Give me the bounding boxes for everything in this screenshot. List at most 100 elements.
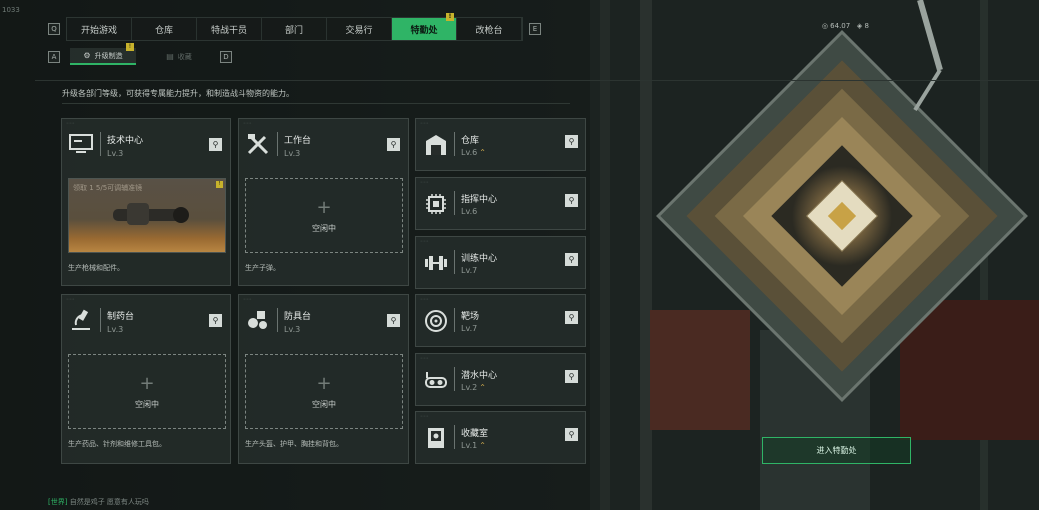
tab-label: 特勤处 <box>410 25 438 36</box>
facility-level: Lv.6 <box>461 207 478 216</box>
subtab-label: 收藏 <box>177 52 192 61</box>
armor-icon <box>248 311 267 329</box>
production-slot-empty[interactable]: + 空闲中 <box>245 354 403 429</box>
subtab-label: 升级制造 <box>94 51 123 60</box>
slot-status: 空闲中 <box>312 224 336 233</box>
plus-icon: + <box>316 197 332 218</box>
facility-name: 指挥中心 <box>461 195 498 205</box>
card-tag: ◦◦◦ <box>420 239 429 245</box>
chip-icon <box>426 194 446 214</box>
card-tag: ◦◦◦ <box>66 297 75 303</box>
facility-name: 制药台 <box>107 312 135 322</box>
prev-tab-key[interactable]: Q <box>48 23 60 35</box>
balance-value: 64.07 <box>830 22 851 30</box>
upgrade-arrow-icon: ⌃ <box>479 383 486 392</box>
tab-label: 仓库 <box>154 25 173 36</box>
top-navigation: Q 开始游戏 仓库 特战干员 部门 交易行 特勤处! 改枪台 E <box>48 13 541 41</box>
facility-name: 靶场 <box>461 312 480 322</box>
search-icon[interactable]: ⚲ <box>565 135 578 148</box>
tab-label: 部门 <box>284 25 303 36</box>
computer-icon <box>69 134 93 153</box>
facility-level: Lv.7 <box>461 324 478 333</box>
card-tag: ◦◦◦ <box>66 121 75 127</box>
upgrade-arrow-icon: ⌃ <box>479 148 486 157</box>
plus-icon: + <box>316 373 332 394</box>
facility-level: Lv.3 <box>107 325 124 334</box>
enter-special-ops-button[interactable]: 进入特勤处 <box>762 437 911 464</box>
facility-card-shooting-range[interactable]: ◦◦◦ 靶场 Lv.7 ⚲ <box>415 294 586 347</box>
tab-start-game[interactable]: 开始游戏 <box>67 18 132 40</box>
search-icon[interactable]: ⚲ <box>565 194 578 207</box>
facility-card-workbench[interactable]: ◦◦◦ 工作台 Lv.3 ⚲ + 空闲中 生产子弹。 <box>238 118 409 286</box>
facility-level: Lv.2 ⌃ <box>461 383 486 392</box>
card-tag: ◦◦◦ <box>420 356 429 362</box>
separator <box>454 250 455 274</box>
search-icon[interactable]: ⚲ <box>565 370 578 383</box>
subtab-upgrade-craft[interactable]: ⚙ 升级制造 ! <box>70 43 136 65</box>
token-icon: ◈ <box>856 22 863 30</box>
separator <box>454 308 455 332</box>
tab-trade[interactable]: 交易行 <box>327 18 392 40</box>
facility-card-collection-room[interactable]: ◦◦◦ 收藏室 Lv.1 ⌃ ⚲ <box>415 411 586 464</box>
facility-card-command-center[interactable]: ◦◦◦ 指挥中心 Lv.6 ⚲ <box>415 177 586 230</box>
divider <box>35 80 1039 81</box>
tab-warehouse[interactable]: 仓库 <box>132 18 197 40</box>
tab-label: 交易行 <box>345 25 373 36</box>
search-icon[interactable]: ⚲ <box>565 253 578 266</box>
search-icon[interactable]: ⚲ <box>565 428 578 441</box>
chat-channel: [世界] <box>48 498 68 506</box>
facility-card-armory[interactable]: ◦◦◦ 防具台 Lv.3 ⚲ + 空闲中 生产头盔、护甲、胸挂和背包。 <box>238 294 409 464</box>
search-icon[interactable]: ⚲ <box>387 314 400 327</box>
facility-name: 训练中心 <box>461 254 498 264</box>
facility-card-diving-center[interactable]: ◦◦◦ 潜水中心 Lv.2 ⌃ ⚲ <box>415 353 586 406</box>
facility-footer: 生产子弹。 <box>245 264 280 272</box>
subtab-collection[interactable]: ▤ 收藏 <box>146 48 212 65</box>
tab-special-ops[interactable]: 特勤处! <box>392 13 457 40</box>
facility-level: Lv.3 <box>107 149 124 158</box>
production-slot-complete[interactable]: 领取 1 5/5可调辅准镜 ! <box>68 178 226 253</box>
separator <box>454 132 455 156</box>
prev-subtab-key[interactable]: A <box>48 50 60 63</box>
tab-operators[interactable]: 特战干员 <box>197 18 262 40</box>
search-icon[interactable]: ⚲ <box>209 138 222 151</box>
facility-card-training-center[interactable]: ◦◦◦ 训练中心 Lv.7 ⚲ <box>415 236 586 289</box>
search-icon[interactable]: ⚲ <box>209 314 222 327</box>
next-subtab-key[interactable]: D <box>220 50 232 63</box>
facility-card-tech-center[interactable]: ◦◦◦ 技术中心 Lv.3 ⚲ 领取 1 5/5可调辅准镜 ! 生产枪械和配件。 <box>61 118 231 286</box>
main-tabs: 开始游戏 仓库 特战干员 部门 交易行 特勤处! 改枪台 <box>66 13 523 41</box>
tab-gunsmith[interactable]: 改枪台 <box>457 18 522 40</box>
hammer-wrench-icon <box>247 134 269 155</box>
display-case-icon <box>428 428 444 448</box>
notification-badge: ! <box>126 43 134 51</box>
facility-card-pharmacy[interactable]: ◦◦◦ 制药台 Lv.3 ⚲ + 空闲中 生产药品、针剂和维修工具包。 <box>61 294 231 464</box>
wrench-icon: ⚙ <box>83 51 91 60</box>
sub-navigation: A ⚙ 升级制造 ! ▤ 收藏 D <box>48 43 232 65</box>
facility-name: 收藏室 <box>461 429 489 439</box>
separator <box>277 308 278 332</box>
production-slot-empty[interactable]: + 空闲中 <box>245 178 403 253</box>
next-tab-key[interactable]: E <box>529 23 541 35</box>
tab-label: 开始游戏 <box>80 25 117 36</box>
facility-card-warehouse[interactable]: ◦◦◦ 仓库 Lv.6 ⌃ ⚲ <box>415 118 586 171</box>
chat-line[interactable]: [世界] 自然是鸡子 愿意有人玩吗 <box>48 497 149 507</box>
search-icon[interactable]: ⚲ <box>565 311 578 324</box>
facility-level: Lv.3 <box>284 149 301 158</box>
card-tag: ◦◦◦ <box>243 121 252 127</box>
facility-name: 防具台 <box>284 312 312 322</box>
search-icon[interactable]: ⚲ <box>387 138 400 151</box>
currency-status: ◎ 64.07 ◈ 8 <box>822 22 869 30</box>
tab-department[interactable]: 部门 <box>262 18 327 40</box>
facility-name: 潜水中心 <box>461 371 498 381</box>
facility-level: Lv.7 <box>461 266 478 275</box>
facility-footer: 生产头盔、护甲、胸挂和背包。 <box>245 440 343 448</box>
upgrade-arrow-icon: ⌃ <box>479 441 486 450</box>
level-text: Lv.6 <box>461 148 478 157</box>
production-slot-empty[interactable]: + 空闲中 <box>68 354 226 429</box>
separator <box>100 132 101 156</box>
level-text: Lv.2 <box>461 383 478 392</box>
facility-level: Lv.6 ⌃ <box>461 148 486 157</box>
diving-goggles-icon <box>425 372 447 388</box>
card-tag: ◦◦◦ <box>420 414 429 420</box>
card-tag: ◦◦◦ <box>243 297 252 303</box>
page-description: 升级各部门等级，可获得专属能力提升，和制造战斗物资的能力。 <box>62 89 294 98</box>
